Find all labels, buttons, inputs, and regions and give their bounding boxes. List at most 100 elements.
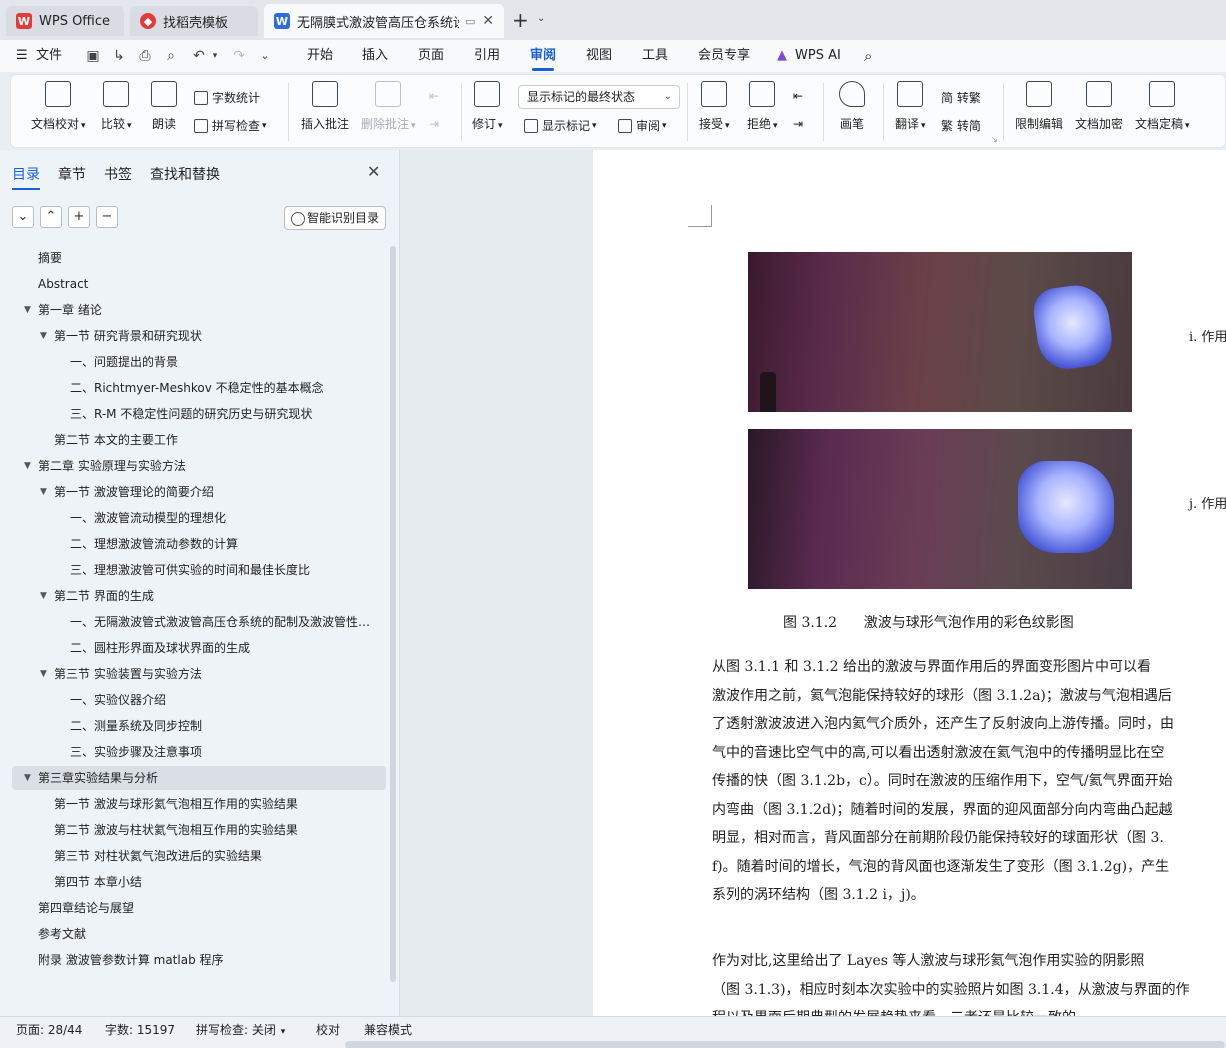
toc-item[interactable]: ▼ 第一节 激波管理论的简要介绍 bbox=[12, 480, 386, 504]
nav-tab-toc[interactable]: 目录 bbox=[12, 164, 40, 190]
hamburger-menu-icon[interactable]: ☰ bbox=[16, 40, 28, 72]
toc-item[interactable]: 三、理想激波管可供实验的时间和最佳长度比 bbox=[12, 558, 386, 582]
read-aloud-button[interactable]: 朗读 bbox=[151, 81, 177, 132]
markup-state-select[interactable]: 显示标记的最终状态 ⌄ bbox=[518, 85, 680, 109]
smart-toc-button[interactable]: 智能识别目录 bbox=[284, 206, 386, 230]
review-pane-button[interactable]: 审阅 ▾ bbox=[618, 117, 667, 134]
previous-change-icon[interactable]: ⇤ bbox=[793, 89, 803, 103]
toc-item[interactable]: 二、圆柱形界面及球状界面的生成 bbox=[12, 636, 386, 660]
expand-up-button[interactable]: ⌃ bbox=[40, 206, 62, 228]
toc-item[interactable]: ▼ 第一节 研究背景和研究现状 bbox=[12, 324, 386, 348]
toc-item[interactable]: 三、实验步骤及注意事项 bbox=[12, 740, 386, 764]
new-tab-plus-icon[interactable]: + bbox=[512, 8, 529, 32]
toc-item[interactable]: 一、实验仪器介绍 bbox=[12, 688, 386, 712]
toc-item[interactable]: Abstract bbox=[12, 272, 386, 296]
menu-view[interactable]: 视图 bbox=[586, 40, 612, 72]
save-icon[interactable]: ▣ bbox=[84, 47, 102, 65]
expand-triangle-icon[interactable]: ▼ bbox=[24, 298, 31, 322]
expand-triangle-icon[interactable]: ▼ bbox=[40, 662, 47, 686]
menu-member[interactable]: 会员专享 bbox=[698, 40, 750, 72]
track-changes-button[interactable]: 修订 ▾ bbox=[472, 81, 503, 132]
toc-item[interactable]: ▼ 第三章实验结果与分析 bbox=[12, 766, 386, 790]
insert-comment-button[interactable]: 插入批注 bbox=[301, 81, 349, 132]
toc-item[interactable]: ▼ 第二节 界面的生成 bbox=[12, 584, 386, 608]
toc-item[interactable]: 附录 激波管参数计算 matlab 程序 bbox=[12, 948, 386, 972]
add-heading-button[interactable]: + bbox=[68, 206, 90, 228]
toc-item[interactable]: 三、R-M 不稳定性问题的研究历史与研究现状 bbox=[12, 402, 386, 426]
menu-references[interactable]: 引用 bbox=[474, 40, 500, 72]
toc-item[interactable]: ▼ 第三节 实验装置与实验方法 bbox=[12, 662, 386, 686]
next-change-icon[interactable]: ⇥ bbox=[793, 117, 803, 131]
search-icon[interactable]: ⌕ bbox=[864, 40, 872, 72]
menu-file[interactable]: 文件 bbox=[36, 40, 62, 72]
menu-home[interactable]: 开始 bbox=[307, 40, 333, 72]
translate-button[interactable]: 翻译 ▾ bbox=[895, 81, 926, 132]
print-icon[interactable]: ⎙ bbox=[136, 47, 154, 65]
tab-docer-templates[interactable]: ◆ 找稻壳模板 bbox=[130, 6, 258, 36]
show-markup-button[interactable]: 显示标记 ▾ bbox=[524, 117, 597, 134]
spell-check-status[interactable]: 拼写检查: 关闭 ▾ bbox=[196, 1021, 285, 1038]
toc-item[interactable]: 二、理想激波管流动参数的计算 bbox=[12, 532, 386, 556]
spell-check-button[interactable]: 拼写检查 ▾ bbox=[194, 117, 267, 134]
output-icon[interactable]: ↳ bbox=[110, 47, 128, 65]
menu-tools[interactable]: 工具 bbox=[642, 40, 668, 72]
toc-item[interactable]: 二、Richtmyer-Meshkov 不稳定性的基本概念 bbox=[12, 376, 386, 400]
menu-review[interactable]: 审阅 bbox=[530, 40, 556, 72]
expand-triangle-icon[interactable]: ▼ bbox=[24, 454, 31, 478]
accept-button[interactable]: 接受 ▾ bbox=[699, 81, 730, 132]
toc-item[interactable]: ▼ 第二章 实验原理与实验方法 bbox=[12, 454, 386, 478]
compare-button[interactable]: 比较 ▾ bbox=[101, 81, 132, 132]
page-indicator[interactable]: 页面: 28/44 bbox=[16, 1021, 82, 1038]
finalize-document-button[interactable]: 文档定稿 ▾ bbox=[1135, 81, 1190, 132]
menu-insert[interactable]: 插入 bbox=[362, 40, 388, 72]
expand-triangle-icon[interactable]: ▼ bbox=[24, 766, 31, 790]
toc-item[interactable]: ▼ 第一章 绪论 bbox=[12, 298, 386, 322]
ribbon-divider bbox=[823, 83, 824, 141]
nav-tab-find-replace[interactable]: 查找和替换 bbox=[150, 164, 220, 184]
tab-wps-office[interactable]: W WPS Office bbox=[6, 6, 124, 36]
toc-item[interactable]: 二、测量系统及同步控制 bbox=[12, 714, 386, 738]
close-pane-icon[interactable]: ✕ bbox=[367, 162, 380, 181]
nav-tab-bookmarks[interactable]: 书签 bbox=[104, 164, 132, 184]
pen-button[interactable]: 画笔 bbox=[839, 81, 865, 132]
proof-status[interactable]: 校对 bbox=[316, 1021, 340, 1038]
reject-button[interactable]: 拒绝 ▾ bbox=[747, 81, 778, 132]
collapse-all-button[interactable]: ⌄ bbox=[12, 206, 34, 228]
encrypt-document-button[interactable]: 文档加密 bbox=[1075, 81, 1123, 132]
toc-item[interactable]: 第二节 激波与柱状氦气泡相互作用的实验结果 bbox=[12, 818, 386, 842]
toc-item[interactable]: 一、无隔激波管式激波管高压仓系统的配制及激波管性能测试 bbox=[12, 610, 386, 634]
restrict-editing-button[interactable]: 限制编辑 bbox=[1015, 81, 1063, 132]
more-chevron-icon[interactable]: ⌄ bbox=[256, 47, 274, 65]
word-count-indicator[interactable]: 字数: 15197 bbox=[105, 1021, 175, 1038]
expand-triangle-icon[interactable]: ▼ bbox=[40, 324, 47, 348]
to-traditional-button[interactable]: 简 转繁 bbox=[941, 89, 981, 106]
document-page[interactable]: i. 作用 j. 作用 图 3.1.2 激波与球形气泡作用的彩色纹影图 从图 3… bbox=[593, 150, 1226, 1016]
undo-dropdown-icon[interactable]: ▾ bbox=[206, 47, 224, 65]
toc-item[interactable]: 第二节 本文的主要工作 bbox=[12, 428, 386, 452]
expand-triangle-icon[interactable]: ▼ bbox=[40, 584, 47, 608]
dialog-launcher-icon[interactable]: ↘ bbox=[991, 135, 998, 144]
horizontal-scrollbar[interactable] bbox=[345, 1041, 1225, 1048]
pen-label: 画笔 bbox=[839, 117, 864, 131]
toc-item[interactable]: 第一节 激波与球形氦气泡相互作用的实验结果 bbox=[12, 792, 386, 816]
toc-item[interactable]: 第四节 本章小结 bbox=[12, 870, 386, 894]
toc-item[interactable]: 第三节 对柱状氦气泡改进后的实验结果 bbox=[12, 844, 386, 868]
toc-item[interactable]: 一、激波管流动模型的理想化 bbox=[12, 506, 386, 530]
toc-item[interactable]: 参考文献 bbox=[12, 922, 386, 946]
toc-scrollbar[interactable] bbox=[390, 246, 396, 982]
nav-tab-chapters[interactable]: 章节 bbox=[58, 164, 86, 184]
proofread-button[interactable]: 文档校对 ▾ bbox=[31, 81, 86, 132]
remove-heading-button[interactable]: − bbox=[96, 206, 118, 228]
toc-item[interactable]: 一、问题提出的背景 bbox=[12, 350, 386, 374]
to-simplified-button[interactable]: 繁 转简 bbox=[941, 117, 981, 134]
close-tab-icon[interactable]: ✕ bbox=[482, 13, 494, 29]
menu-wps-ai[interactable]: WPS AI bbox=[795, 40, 841, 72]
tab-current-document[interactable]: W 无隔膜式激波管高压仓系统设计 ▭ ✕ bbox=[264, 4, 504, 38]
expand-triangle-icon[interactable]: ▼ bbox=[40, 480, 47, 504]
word-count-button[interactable]: 字数统计 bbox=[194, 89, 260, 106]
menu-page[interactable]: 页面 bbox=[418, 40, 444, 72]
print-preview-icon[interactable]: ⌕ bbox=[162, 47, 180, 65]
toc-item[interactable]: 第四章结论与展望 bbox=[12, 896, 386, 920]
chevron-down-icon[interactable]: ⌄ bbox=[537, 13, 545, 24]
toc-item[interactable]: 摘要 bbox=[12, 246, 386, 270]
